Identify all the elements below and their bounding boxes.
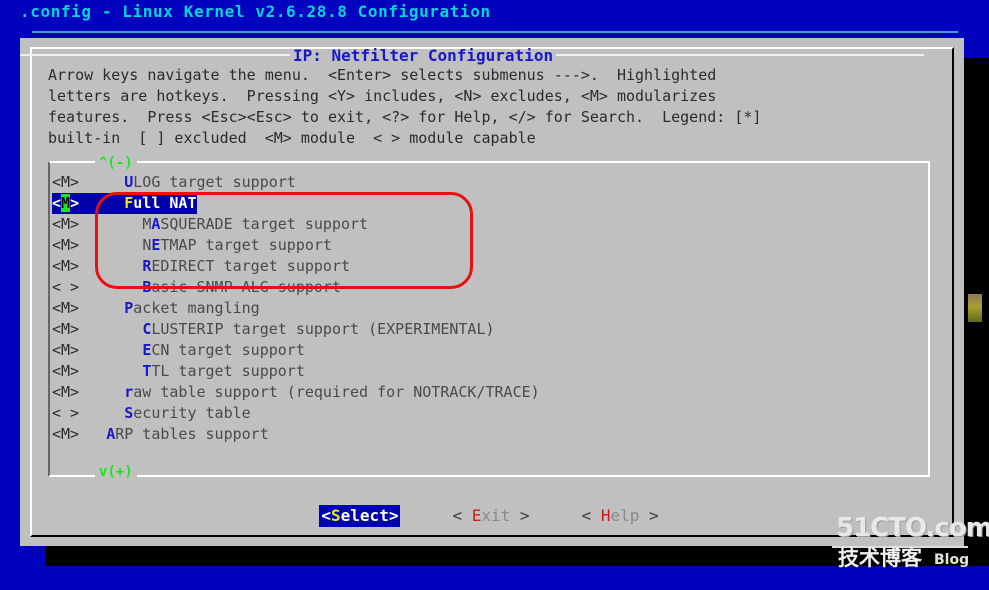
menu-item-tag: <M> <box>52 257 80 275</box>
menu-item[interactable]: <M> Packet mangling <box>52 298 922 319</box>
menu-item-label: acket mangling <box>133 299 260 317</box>
help-button[interactable]: < Help > <box>582 505 659 527</box>
button-bracket-close: > <box>639 506 659 525</box>
menu-item[interactable]: <M> ARP tables support <box>52 424 922 445</box>
dialog-shadow-bottom <box>45 545 989 566</box>
menu-item-indent <box>79 425 106 443</box>
menu-item-indent <box>79 173 124 191</box>
menu-item-tag: <M> <box>52 320 80 338</box>
menu-item-indent <box>79 362 142 380</box>
button-hotkey: H <box>600 506 611 525</box>
menu-item-hotkey: C <box>142 320 152 338</box>
menu-item-hotkey: B <box>142 278 152 296</box>
button-bracket-close: > <box>510 506 530 525</box>
menu-item-label-prefix: N <box>142 236 152 254</box>
menu-item-hotkey: A <box>106 425 116 443</box>
menu-item-hotkey: S <box>124 404 134 422</box>
button-bracket-open: < <box>321 506 332 525</box>
help-legend-text: Arrow keys navigate the menu. <Enter> se… <box>48 66 762 147</box>
menu-item-label: ecurity table <box>133 404 251 422</box>
menu-item-tag: <M> <box>52 215 80 233</box>
select-button[interactable]: <Select> <box>319 505 401 527</box>
titlebar-divider <box>32 31 958 33</box>
menu-item-label: SQUERADE target support <box>160 215 369 233</box>
menu-item-indent <box>79 404 124 422</box>
button-label: elect <box>340 506 389 525</box>
menu-item[interactable]: <M> CLUSTERIP target support (EXPERIMENT… <box>52 319 922 340</box>
button-label: elp <box>610 506 640 525</box>
menu-item-indent <box>79 236 142 254</box>
menu-item-hotkey: T <box>142 362 152 380</box>
menu-item-label: LUSTERIP target support (EXPERIMENTAL) <box>151 320 495 338</box>
menu-item[interactable]: <M> ULOG target support <box>52 172 922 193</box>
menu-item-tag-value: M <box>61 194 71 212</box>
menu-item-label: TL target support <box>151 362 305 380</box>
menu-item-tag: <M> <box>52 236 80 254</box>
menu-item-selected-highlight: <M> Full NAT <box>52 193 197 214</box>
menu-item-label-prefix: M <box>142 215 152 233</box>
menu-item-tag-close: > <box>70 194 80 212</box>
menu-item-indent <box>79 278 142 296</box>
button-label: xit <box>481 506 511 525</box>
dialog-title-row: IP: Netfilter Configuration <box>20 44 924 66</box>
menu-item-tag: < > <box>52 278 80 296</box>
screen-edge-artifact <box>968 294 982 322</box>
menu-item-hotkey: R <box>142 257 152 275</box>
menu-items-container: <M> ULOG target support <M> Full NAT <M> M… <box>52 172 922 445</box>
menu-item-hotkey: P <box>124 299 134 317</box>
menu-item-tag: <M> <box>52 425 80 443</box>
window-titlebar: .config - Linux Kernel v2.6.28.8 Configu… <box>0 0 989 27</box>
menu-item-tag: <M> <box>52 173 80 191</box>
menu-item-tag: <M> <box>52 383 80 401</box>
button-bracket-close: > <box>388 506 399 525</box>
button-hotkey: E <box>471 506 482 525</box>
scroll-down-indicator[interactable]: v(+) <box>95 465 137 479</box>
menu-item[interactable]: <M> ECN target support <box>52 340 922 361</box>
menu-item-indent <box>79 194 124 212</box>
menu-item-label: EDIRECT target support <box>151 257 351 275</box>
menu-item-tag: <M> <box>52 299 80 317</box>
window-title: .config - Linux Kernel v2.6.28.8 Configu… <box>20 2 491 21</box>
menu-item-label: TMAP target support <box>160 236 332 254</box>
menu-item[interactable]: <M> raw table support (required for NOTR… <box>52 382 922 403</box>
button-bracket-open: < <box>452 506 472 525</box>
menu-item-label: ull NAT <box>133 194 197 212</box>
menu-item-label: aw table support (required for NOTRACK/T… <box>133 383 540 401</box>
menu-item-indent <box>79 257 142 275</box>
menu-item-label: asic SNMP-ALG support <box>151 278 341 296</box>
menu-item-indent <box>79 299 124 317</box>
menu-item-indent <box>79 320 142 338</box>
dialog-button-row: <Select> < Exit > < Help > <box>48 504 930 528</box>
scroll-up-indicator[interactable]: ^(-) <box>95 156 137 170</box>
menu-item-hotkey: r <box>124 383 134 401</box>
dialog-title-rule-left <box>20 54 290 56</box>
menu-item[interactable]: <M> REDIRECT target support <box>52 256 922 277</box>
menu-item-label: RP tables support <box>115 425 269 443</box>
menu-item-indent <box>79 215 142 233</box>
menu-item-label: LOG target support <box>133 173 296 191</box>
menu-item-indent <box>79 383 124 401</box>
exit-button[interactable]: < Exit > <box>452 505 529 527</box>
menu-item[interactable]: <M> NETMAP target support <box>52 235 922 256</box>
menu-item[interactable]: <M> MASQUERADE target support <box>52 214 922 235</box>
dialog-title: IP: Netfilter Configuration <box>293 45 554 65</box>
menu-item-hotkey: F <box>124 194 134 212</box>
menu-item-tag: <M> <box>52 341 80 359</box>
button-hotkey: S <box>331 506 341 525</box>
menu-item-label: CN target support <box>151 341 305 359</box>
menuconfig-screen: .config - Linux Kernel v2.6.28.8 Configu… <box>0 0 989 590</box>
menu-item[interactable]: <M> TTL target support <box>52 361 922 382</box>
menu-item-tag: < > <box>52 404 80 422</box>
menu-item-indent <box>79 341 142 359</box>
button-bracket-open: < <box>581 506 601 525</box>
menu-item-tag-open: < <box>52 194 62 212</box>
menu-item-hotkey: U <box>124 173 134 191</box>
menu-item-tag: <M> <box>52 362 80 380</box>
dialog-title-rule-right <box>556 54 924 56</box>
menu-item-hotkey: E <box>142 341 152 359</box>
menu-item[interactable]: < > Security table <box>52 403 922 424</box>
menu-item[interactable]: <M> Full NAT <box>52 193 922 214</box>
menu-item[interactable]: < > Basic SNMP-ALG support <box>52 277 922 298</box>
